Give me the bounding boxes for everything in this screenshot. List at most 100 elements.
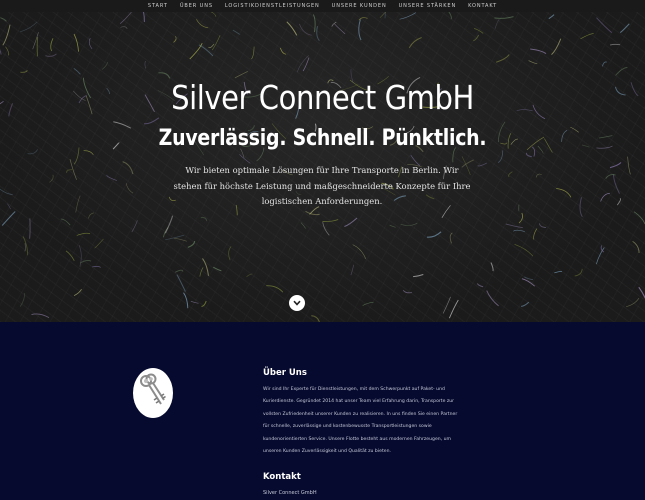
texture-fiber — [201, 300, 207, 308]
texture-fiber — [211, 35, 221, 51]
texture-fiber — [65, 250, 75, 261]
texture-fiber — [246, 273, 253, 278]
texture-fiber — [495, 18, 500, 29]
texture-fiber — [442, 296, 451, 314]
texture-fiber — [554, 270, 563, 274]
texture-fiber — [528, 60, 538, 64]
texture-fiber — [45, 53, 57, 57]
texture-fiber — [20, 70, 28, 73]
texture-fiber — [627, 156, 631, 175]
texture-fiber — [505, 223, 523, 229]
nav-item-kontakt[interactable]: KONTAKT — [468, 3, 497, 9]
texture-fiber — [362, 301, 374, 306]
nav-item-ueber-uns[interactable]: ÜBER UNS — [180, 3, 213, 9]
texture-fiber — [94, 238, 104, 249]
texture-fiber — [76, 232, 91, 236]
texture-fiber — [279, 47, 287, 55]
texture-fiber — [494, 16, 514, 19]
texture-fiber — [299, 23, 312, 36]
texture-fiber — [579, 197, 583, 218]
texture-fiber — [2, 24, 11, 46]
texture-fiber — [600, 192, 610, 202]
texture-fiber — [449, 299, 459, 319]
texture-fiber — [613, 174, 620, 194]
hero-title: Silver Connect GmbH — [171, 78, 474, 117]
texture-fiber — [518, 212, 524, 224]
company-logo — [133, 368, 173, 418]
texture-fiber — [486, 290, 499, 307]
texture-fiber — [331, 21, 337, 27]
texture-fiber — [75, 195, 81, 213]
nav-item-start[interactable]: START — [148, 3, 168, 9]
texture-fiber — [228, 246, 232, 261]
texture-fiber — [144, 117, 160, 125]
texture-fiber — [200, 216, 208, 222]
texture-fiber — [358, 19, 362, 41]
texture-fiber — [350, 264, 354, 276]
texture-fiber — [5, 46, 10, 56]
texture-fiber — [448, 11, 452, 20]
texture-fiber — [609, 43, 621, 46]
texture-fiber — [73, 289, 82, 296]
scroll-down-button[interactable] — [289, 295, 305, 311]
texture-fiber — [497, 150, 504, 163]
texture-fiber — [525, 152, 532, 158]
texture-fiber — [88, 212, 94, 219]
texture-fiber — [165, 234, 185, 241]
texture-fiber — [173, 36, 177, 43]
texture-fiber — [19, 293, 26, 307]
texture-fiber — [400, 222, 418, 226]
nav-item-unsere-staerken[interactable]: UNSERE STÄRKEN — [399, 3, 456, 9]
texture-fiber — [556, 188, 572, 198]
texture-fiber — [176, 274, 186, 292]
texture-fiber — [106, 175, 118, 181]
texture-fiber — [615, 86, 626, 96]
texture-fiber — [120, 26, 128, 30]
texture-fiber — [548, 14, 555, 20]
texture-fiber — [316, 25, 320, 42]
texture-fiber — [208, 43, 215, 49]
texture-fiber — [426, 231, 442, 238]
texture-fiber — [473, 28, 484, 34]
texture-fiber — [302, 57, 310, 72]
texture-fiber — [251, 46, 255, 60]
texture-fiber — [626, 298, 640, 307]
texture-fiber — [88, 38, 93, 50]
texture-fiber — [232, 29, 241, 36]
texture-fiber — [602, 61, 607, 67]
texture-fiber — [60, 218, 71, 226]
texture-fiber — [6, 203, 11, 210]
texture-fiber — [633, 211, 645, 225]
texture-fiber — [174, 269, 184, 273]
texture-fiber — [213, 266, 222, 272]
texture-fiber — [122, 161, 134, 175]
texture-fiber — [66, 169, 73, 173]
texture-fiber — [78, 245, 82, 267]
texture-fiber — [609, 162, 622, 169]
hero-description: Wir bieten optimale Lösungen für Ihre Tr… — [173, 165, 471, 206]
texture-fiber — [524, 276, 533, 281]
texture-fiber — [196, 19, 209, 29]
chevron-down-icon — [293, 300, 301, 306]
texture-fiber — [1, 211, 16, 226]
texture-fiber — [402, 289, 412, 294]
texture-fiber — [399, 12, 417, 20]
texture-fiber — [615, 67, 628, 76]
texture-fiber — [190, 300, 199, 304]
texture-fiber — [473, 34, 480, 42]
nav-item-unsere-kunden[interactable]: UNSERE KUNDEN — [332, 3, 387, 9]
texture-fiber — [514, 243, 534, 257]
texture-fiber — [131, 220, 138, 233]
texture-fiber — [322, 219, 339, 223]
texture-fiber — [164, 215, 174, 234]
texture-fiber — [92, 266, 101, 268]
nav-item-logistikdienstleistungen[interactable]: LOGISTIKDIENSTLEISTUNGEN — [225, 3, 320, 9]
about-text: Wir sind Ihr Experte für Dienstleistunge… — [263, 387, 458, 455]
keys-icon — [140, 373, 166, 405]
texture-fiber — [413, 274, 424, 278]
texture-fiber — [83, 150, 94, 155]
hero-background-texture — [0, 0, 645, 322]
texture-fiber — [477, 162, 488, 167]
texture-fiber — [574, 268, 583, 277]
top-navigation: START ÜBER UNS LOGISTIKDIENSTLEISTUNGEN … — [0, 0, 645, 12]
